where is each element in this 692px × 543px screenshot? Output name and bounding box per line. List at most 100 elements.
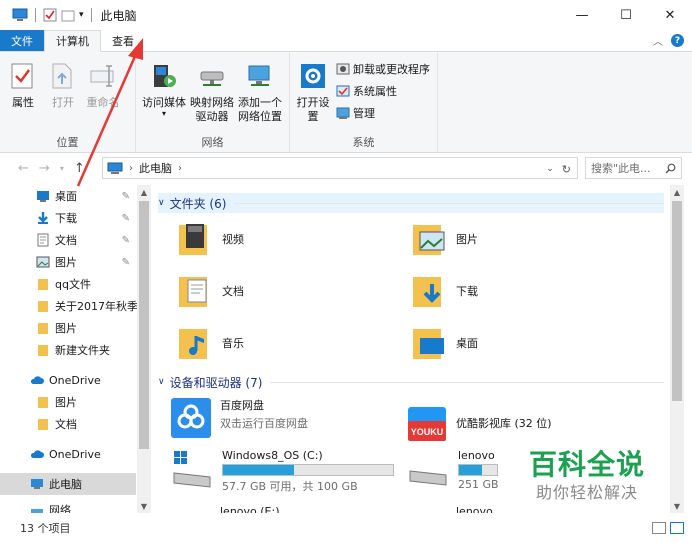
content-scrollbar[interactable]: ▲ ▼	[670, 185, 684, 513]
nav-item-new-folder[interactable]: 新建文件夹	[0, 339, 136, 361]
nav-scrollbar[interactable]: ▲ ▼	[137, 185, 151, 513]
nav-label: 关于2017年秋季	[55, 300, 138, 313]
pin-icon[interactable]: ✎	[122, 191, 130, 202]
folder-icon	[38, 419, 48, 430]
device-drive-c[interactable]: Windows8_OS (C:) 57.7 GB 可用，共 100 GB	[170, 449, 394, 494]
close-button[interactable]: ✕	[648, 0, 692, 30]
add-network-location-button[interactable]: 添加一个网络位置	[236, 56, 284, 134]
manage-button[interactable]: 管理	[336, 104, 430, 122]
media-icon	[148, 60, 180, 92]
folder-desktop[interactable]: 桌面	[410, 321, 478, 365]
devices-section-header[interactable]: ∨ 设备和驱动器 (7)	[158, 372, 664, 392]
map-network-drive-button[interactable]: 映射网络驱动器	[188, 56, 236, 134]
help-icon[interactable]: ?	[671, 34, 684, 47]
system-properties-button[interactable]: 系统属性	[336, 82, 430, 100]
folder-pictures[interactable]: 图片	[410, 217, 478, 261]
nav-scrollbar-thumb[interactable]	[139, 201, 149, 449]
folder-icon	[38, 323, 48, 334]
folders-section-header[interactable]: ∨ 文件夹 (6)	[158, 193, 664, 213]
nav-label: 此电脑	[49, 478, 82, 491]
add-network-location-label: 添加一个网络位置	[238, 96, 282, 123]
tiles-view-icon[interactable]	[670, 522, 684, 534]
customize-toolbar-chevron-icon[interactable]: ▾	[79, 10, 84, 20]
rename-button[interactable]: 重命名	[84, 56, 122, 134]
properties-button[interactable]: 属性	[4, 56, 42, 134]
uninstall-program-button[interactable]: 卸载或更改程序	[336, 60, 430, 78]
open-settings-label: 打开设置	[296, 96, 330, 123]
folder-documents[interactable]: 文档	[176, 269, 244, 313]
up-arrow-icon[interactable]: ↑	[74, 161, 85, 176]
tab-file[interactable]: 文件	[0, 30, 44, 51]
device-lenovo-e[interactable]: lenovo (E:)	[220, 505, 280, 513]
nav-item-onedrive-pictures[interactable]: 图片	[0, 391, 136, 413]
scroll-up-arrow-icon[interactable]: ▲	[670, 185, 684, 199]
breadcrumb-chevron-icon[interactable]: ›	[129, 163, 133, 174]
details-view-icon[interactable]	[652, 522, 666, 534]
nav-item-downloads[interactable]: 下载 ✎	[0, 207, 136, 229]
pin-icon[interactable]: ✎	[122, 257, 130, 268]
nav-item-onedrive-2[interactable]: OneDrive	[0, 443, 136, 465]
scroll-down-arrow-icon[interactable]: ▼	[137, 499, 151, 513]
nav-item-autumn-2017[interactable]: 关于2017年秋季	[0, 295, 138, 317]
address-field[interactable]: › 此电脑 › ⌄ ↻	[102, 157, 578, 179]
nav-item-this-pc[interactable]: 此电脑	[0, 473, 136, 495]
forward-arrow-icon[interactable]: →	[39, 161, 50, 176]
nav-item-network[interactable]: 网络	[0, 499, 136, 513]
address-controls: ⌄ ↻	[546, 158, 571, 180]
folder-music[interactable]: 音乐	[176, 321, 244, 365]
breadcrumb-chevron-icon[interactable]: ›	[178, 163, 182, 174]
windows-drive-icon	[173, 451, 211, 488]
search-input[interactable]: 搜索"此电...	[585, 157, 682, 179]
nav-item-onedrive[interactable]: OneDrive	[0, 369, 136, 391]
breadcrumb-this-pc[interactable]: 此电脑	[139, 160, 172, 176]
navigation-pane: 桌面 ✎ 下载 ✎ 文档 ✎ 图片 ✎ qq文件 关于2017年秋季 图片 新建…	[0, 185, 151, 513]
folder-videos[interactable]: 视频	[176, 217, 244, 261]
nav-item-onedrive-documents[interactable]: 文档	[0, 413, 136, 435]
ribbon-tabs: 文件 计算机 查看 ︿ ?	[0, 30, 692, 52]
collapse-chevron-icon[interactable]: ∨	[158, 198, 165, 208]
device-subtitle: 57.7 GB 可用，共 100 GB	[222, 480, 358, 493]
device-baidu-netdisk[interactable]: 百度网盘 双击运行百度网盘	[170, 397, 308, 439]
collapse-chevron-icon[interactable]: ∨	[158, 377, 165, 387]
address-history-chevron-icon[interactable]: ⌄	[546, 164, 554, 174]
open-settings-button[interactable]: 打开设置	[294, 56, 332, 134]
nav-item-pictures-2[interactable]: 图片	[0, 317, 136, 339]
maximize-button[interactable]: ☐	[604, 0, 648, 30]
nav-item-qq-files[interactable]: qq文件	[0, 273, 136, 295]
desktop-folder-icon	[413, 329, 444, 359]
access-media-button[interactable]: 访问媒体 ▾	[140, 56, 188, 134]
tab-view[interactable]: 查看	[101, 30, 145, 51]
nav-item-desktop[interactable]: 桌面 ✎	[0, 185, 136, 207]
device-lenovo-2[interactable]: lenovo	[456, 505, 493, 513]
folder-downloads[interactable]: 下载	[410, 269, 478, 313]
pin-icon[interactable]: ✎	[122, 235, 130, 246]
device-subtitle: 251 GB	[458, 478, 499, 491]
folders-header-label: 文件夹 (6)	[169, 196, 227, 211]
device-youku[interactable]: YOUKU 优酷影视库 (32 位)	[406, 403, 552, 443]
scroll-down-arrow-icon[interactable]: ▼	[670, 499, 684, 513]
view-toggle	[652, 522, 684, 534]
device-lenovo[interactable]: lenovo 251 GB	[406, 449, 499, 493]
collapse-ribbon-chevron-icon[interactable]: ︿	[653, 33, 663, 48]
recent-chevron-icon[interactable]: ▾	[60, 164, 64, 173]
manage-icon	[336, 107, 350, 119]
refresh-icon[interactable]: ↻	[562, 163, 571, 176]
nav-item-documents[interactable]: 文档 ✎	[0, 229, 136, 251]
ribbon: 属性 打开 重命名 位置 访问媒体 ▾ 映射网络驱动器 添加一个网络位置 网络 …	[0, 52, 692, 153]
open-button[interactable]: 打开	[44, 56, 82, 134]
tab-computer[interactable]: 计算机	[44, 30, 101, 52]
section-divider	[234, 202, 664, 204]
drive-usage-fill	[459, 465, 482, 475]
properties-check-icon[interactable]	[43, 8, 57, 22]
nav-item-pictures[interactable]: 图片 ✎	[0, 251, 136, 273]
device-name: lenovo (E:)	[220, 505, 280, 513]
new-folder-icon[interactable]	[61, 8, 75, 22]
scroll-up-arrow-icon[interactable]: ▲	[137, 185, 151, 199]
search-placeholder: 搜索"此电...	[591, 162, 651, 175]
dropdown-chevron-icon: ▾	[161, 109, 166, 118]
content-scrollbar-thumb[interactable]	[672, 201, 682, 401]
nav-label: 图片	[55, 256, 77, 269]
minimize-button[interactable]: —	[560, 0, 604, 30]
pin-icon[interactable]: ✎	[122, 213, 130, 224]
back-arrow-icon[interactable]: ←	[18, 161, 29, 176]
